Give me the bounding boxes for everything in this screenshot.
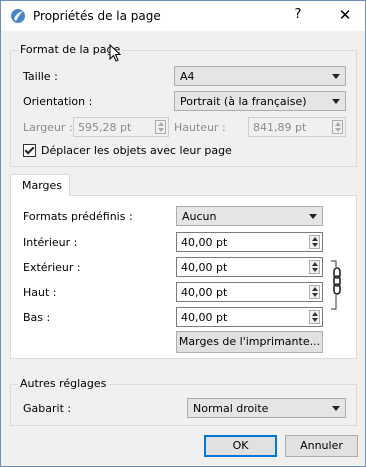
orientation-combo[interactable]: Portrait (à la française)	[174, 91, 346, 111]
width-spinbox[interactable]: 595,28 pt	[73, 117, 169, 137]
template-combo[interactable]: Normal droite	[187, 398, 346, 418]
presets-combo[interactable]: Aucun	[176, 206, 323, 226]
height-label: Hauteur :	[174, 121, 226, 134]
move-objects-label[interactable]: Déplacer les objets avec leur page	[41, 144, 232, 157]
width-value: 595,28 pt	[78, 121, 132, 134]
presets-label: Formats prédéfinis :	[23, 210, 133, 223]
other-settings-group-title: Autres réglages	[18, 377, 109, 390]
outside-stepper-icon[interactable]	[309, 260, 320, 274]
orientation-combo-value: Portrait (à la française)	[180, 95, 307, 108]
bottom-margin-spinbox[interactable]: 40,00 pt	[176, 307, 323, 327]
width-stepper-icon[interactable]	[155, 120, 166, 134]
inside-margin-label: Intérieur :	[23, 236, 78, 249]
help-button[interactable]: ?	[287, 7, 309, 25]
chevron-down-icon	[309, 214, 317, 219]
close-button[interactable]: ✕	[334, 6, 356, 26]
top-margin-value: 40,00 pt	[181, 286, 228, 299]
outside-margin-label: Extérieur :	[23, 261, 81, 274]
ok-button[interactable]: OK	[204, 435, 277, 457]
template-combo-value: Normal droite	[193, 402, 269, 415]
chevron-down-icon	[332, 99, 340, 104]
width-label: Largeur :	[23, 121, 73, 134]
chevron-down-icon	[332, 406, 340, 411]
mouse-cursor-icon	[109, 44, 121, 62]
tab-joint	[11, 194, 69, 196]
bottom-stepper-icon[interactable]	[309, 310, 320, 324]
dialog-title: Propriétés de la page	[33, 9, 161, 23]
printer-margins-button[interactable]: Marges de l'imprimante...	[176, 331, 323, 353]
cancel-button[interactable]: Annuler	[285, 435, 358, 457]
outside-margin-value: 40,00 pt	[181, 261, 228, 274]
tab-margins[interactable]: Marges	[10, 174, 70, 196]
bottom-margin-value: 40,00 pt	[181, 311, 228, 324]
title-bar: Propriétés de la page ? ✕	[1, 1, 365, 31]
inside-margin-spinbox[interactable]: 40,00 pt	[176, 232, 323, 252]
top-margin-label: Haut :	[23, 286, 57, 299]
inside-margin-value: 40,00 pt	[181, 236, 228, 249]
height-spinbox[interactable]: 841,89 pt	[248, 117, 346, 137]
outside-margin-spinbox[interactable]: 40,00 pt	[176, 257, 323, 277]
top-stepper-icon[interactable]	[309, 285, 320, 299]
orientation-label: Orientation :	[23, 95, 93, 108]
page-format-group-title: Format de la page	[18, 43, 123, 56]
top-margin-spinbox[interactable]: 40,00 pt	[176, 282, 323, 302]
presets-combo-value: Aucun	[182, 210, 217, 223]
size-label: Taille :	[23, 70, 58, 83]
size-combo[interactable]: A4	[174, 66, 346, 86]
link-chain-icon[interactable]	[330, 259, 344, 311]
scribus-app-icon	[11, 9, 25, 23]
height-stepper-icon[interactable]	[332, 120, 343, 134]
tab-margins-label: Marges	[22, 179, 63, 192]
template-label: Gabarit :	[23, 402, 72, 415]
bottom-margin-label: Bas :	[23, 311, 51, 324]
height-value: 841,89 pt	[253, 121, 307, 134]
chevron-down-icon	[332, 74, 340, 79]
page-properties-dialog: Propriétés de la page ? ✕ Format de la p…	[0, 0, 366, 467]
move-objects-checkbox[interactable]	[23, 144, 36, 157]
inside-stepper-icon[interactable]	[309, 235, 320, 249]
size-combo-value: A4	[180, 70, 195, 83]
